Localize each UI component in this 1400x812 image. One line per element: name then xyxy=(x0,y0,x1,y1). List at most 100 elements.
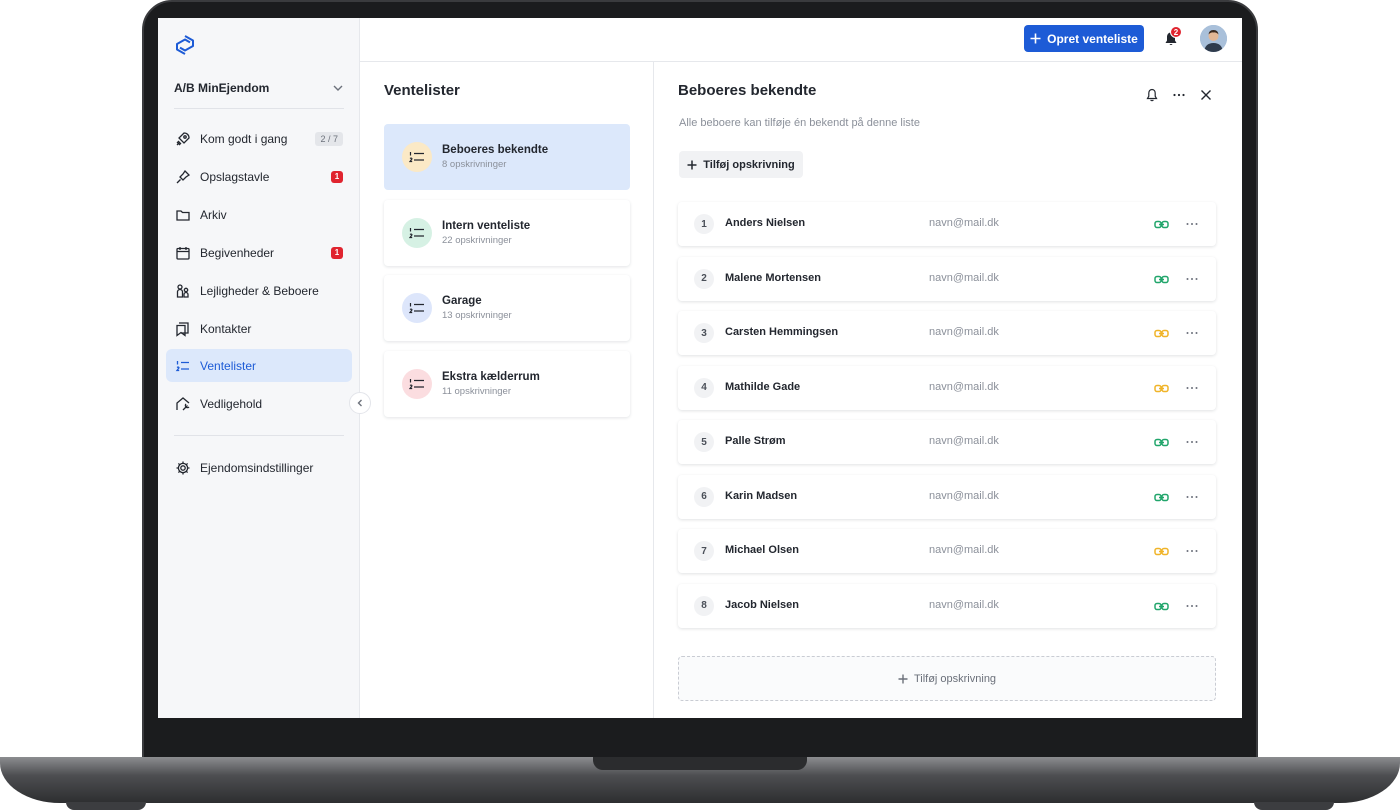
collapse-sidebar-button[interactable] xyxy=(349,392,371,414)
laptop-foot xyxy=(66,802,146,810)
numbered-list-icon xyxy=(175,360,189,371)
entry-name: Michael Olsen xyxy=(725,544,799,556)
pin-icon xyxy=(176,169,191,183)
more-options-icon[interactable] xyxy=(1185,490,1199,504)
notification-count-badge: 2 xyxy=(1170,26,1182,38)
entry-name: Karin Madsen xyxy=(725,489,798,502)
waitlist-name: Ekstra kælderrum xyxy=(442,371,540,383)
entry-email: navn@mail.dk xyxy=(929,380,999,393)
maintenance-icon xyxy=(176,396,190,410)
entry-email: navn@mail.dk xyxy=(929,489,999,502)
sidebar-item-begivenheder[interactable]: Begivenheder 1 xyxy=(166,236,352,269)
sidebar-item-ejendomsindstillinger[interactable]: Ejendomsindstillinger xyxy=(166,451,352,484)
waitlist-name: Garage xyxy=(442,295,482,307)
sidebar-item-label: Lejligheder & Beboere xyxy=(200,283,319,298)
sidebar-item-label: Arkiv xyxy=(200,207,227,222)
sidebar-item-vedligehold[interactable]: Vedligehold xyxy=(166,387,352,420)
waitlists-panel: Ventelister Beboeres bekendte 8 opskrivn… xyxy=(360,62,654,718)
plus-icon xyxy=(898,674,908,683)
entry-email: navn@mail.dk xyxy=(929,217,999,229)
link-icon[interactable] xyxy=(1154,435,1169,450)
sidebar-item-label: Ejendomsindstillinger xyxy=(200,460,314,475)
more-options-icon[interactable] xyxy=(1185,381,1199,395)
more-options-icon[interactable] xyxy=(1185,435,1199,449)
gear-icon xyxy=(176,461,190,474)
sidebar-item-arkiv[interactable]: Arkiv xyxy=(166,198,352,231)
sidebar-item-label: Opslagstavle xyxy=(200,169,270,184)
waitlist-entry-row[interactable]: 5 Palle Strøm navn@mail.dk xyxy=(678,420,1216,464)
entry-position: 3 xyxy=(694,323,714,343)
entry-name: Mathilde Gade xyxy=(725,380,801,393)
top-bar: Opret venteliste 2 xyxy=(360,18,1242,62)
add-entry-dropzone-button[interactable]: Tilføj opskrivning xyxy=(678,656,1216,701)
sidebar-item-opslagstavle[interactable]: Opslagstavle 1 xyxy=(166,160,352,193)
sidebar-item-kontakter[interactable]: Kontakter xyxy=(166,312,352,345)
org-switcher[interactable]: A/B MinEjendom xyxy=(174,76,344,100)
link-icon[interactable] xyxy=(1154,490,1169,505)
entry-name: Palle Strøm xyxy=(725,435,786,447)
user-avatar[interactable] xyxy=(1200,25,1227,52)
sidebar-item-ventelister[interactable]: Ventelister xyxy=(166,349,352,382)
sidebar-item-lejligheder-beboere[interactable]: Lejligheder & Beboere xyxy=(166,274,352,307)
entry-email: navn@mail.dk xyxy=(929,435,999,447)
entry-name: Jacob Nielsen xyxy=(725,598,799,611)
rocket-icon xyxy=(176,131,190,145)
org-name: A/B MinEjendom xyxy=(174,81,270,95)
numbered-list-icon xyxy=(402,293,432,323)
more-options-icon[interactable] xyxy=(1185,544,1199,558)
entry-position: 8 xyxy=(694,595,714,616)
avatar-portrait xyxy=(1200,25,1227,52)
waitlist-count: 8 opskrivninger xyxy=(442,159,507,170)
more-options-icon[interactable] xyxy=(1185,217,1199,231)
link-icon[interactable] xyxy=(1154,326,1169,341)
more-options-icon[interactable] xyxy=(1185,326,1199,340)
waitlist-name: Intern venteliste xyxy=(442,220,531,232)
panel-title: Ventelister xyxy=(384,82,460,99)
entry-name: Anders Nielsen xyxy=(725,217,806,229)
waitlist-entry-row[interactable]: 3 Carsten Hemmingsen navn@mail.dk xyxy=(678,311,1216,355)
waitlist-name: Beboeres bekendte xyxy=(442,144,549,156)
entry-position: 6 xyxy=(694,486,714,507)
waitlist-entry-row[interactable]: 8 Jacob Nielsen navn@mail.dk xyxy=(678,583,1216,628)
divider xyxy=(174,435,344,436)
more-options-icon[interactable] xyxy=(1185,272,1199,286)
more-options-icon[interactable] xyxy=(1185,599,1199,613)
waitlist-card[interactable]: Ekstra kælderrum 11 opskrivninger xyxy=(384,351,630,417)
waitlist-detail-panel: Beboeres bekendte Alle beboere kan tilfø… xyxy=(654,62,1242,718)
entry-position: 2 xyxy=(694,268,714,289)
add-entry-label: Tilføj opskrivning xyxy=(703,158,795,171)
create-waitlist-label: Opret venteliste xyxy=(1047,31,1138,46)
sidebar-item-label: Kom godt i gang xyxy=(200,131,288,146)
detail-description: Alle beboere kan tilføje én bekendt på d… xyxy=(679,117,920,129)
sidebar: A/B MinEjendom Kom godt i gang 2 / 7 Ops… xyxy=(158,18,360,718)
add-entry-button[interactable]: Tilføj opskrivning xyxy=(679,151,803,178)
link-icon[interactable] xyxy=(1154,272,1169,287)
waitlist-entry-row[interactable]: 4 Mathilde Gade navn@mail.dk xyxy=(678,365,1216,410)
entry-email: navn@mail.dk xyxy=(929,271,999,284)
close-icon[interactable] xyxy=(1199,88,1213,102)
link-icon[interactable] xyxy=(1154,599,1169,614)
create-waitlist-button[interactable]: Opret venteliste xyxy=(1024,25,1144,52)
contacts-icon xyxy=(176,321,189,337)
waitlist-card[interactable]: Intern venteliste 22 opskrivninger xyxy=(384,200,630,266)
link-icon[interactable] xyxy=(1154,544,1169,559)
waitlist-entry-row[interactable]: 1 Anders Nielsen navn@mail.dk xyxy=(678,202,1216,246)
sidebar-item-kom-godt-i-gang[interactable]: Kom godt i gang 2 / 7 xyxy=(166,122,352,155)
progress-badge: 2 / 7 xyxy=(315,131,343,146)
app-logo-icon[interactable] xyxy=(174,34,196,56)
waitlist-count: 11 opskrivninger xyxy=(442,386,512,397)
bell-icon[interactable] xyxy=(1145,88,1159,102)
numbered-list-icon xyxy=(402,369,432,399)
link-icon[interactable] xyxy=(1154,217,1169,232)
waitlist-card[interactable]: Garage 13 opskrivninger xyxy=(384,275,630,341)
waitlist-card[interactable]: Beboeres bekendte 8 opskrivninger xyxy=(384,124,630,190)
waitlist-entry-row[interactable]: 6 Karin Madsen navn@mail.dk xyxy=(678,474,1216,519)
link-icon[interactable] xyxy=(1154,381,1169,396)
more-options-icon[interactable] xyxy=(1172,88,1186,102)
entry-email: navn@mail.dk xyxy=(929,326,999,338)
waitlist-entry-row[interactable]: 7 Michael Olsen navn@mail.dk xyxy=(678,529,1216,573)
folder-icon xyxy=(176,209,190,221)
sidebar-item-label: Ventelister xyxy=(200,358,257,373)
waitlist-entry-row[interactable]: 2 Malene Mortensen navn@mail.dk xyxy=(678,256,1216,301)
entry-position: 1 xyxy=(694,214,714,234)
